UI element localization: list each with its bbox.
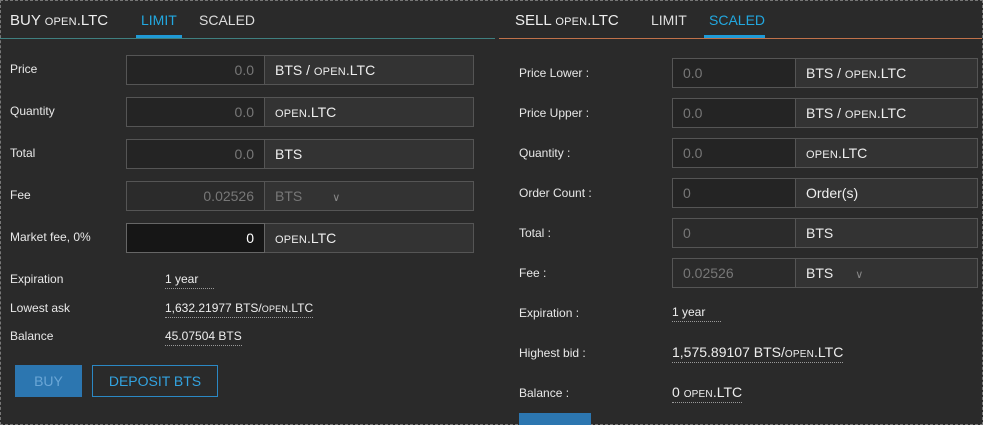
- buy-fee-input: 0.02526: [126, 181, 265, 211]
- sell-price-lower-label: Price Lower :: [519, 66, 590, 80]
- sell-price-lower-unit: BTS / OPEN.LTC: [796, 58, 978, 88]
- sell-total-label: Total :: [519, 226, 552, 240]
- sell-expiration-label: Expiration :: [519, 306, 580, 320]
- buy-fee-asset-select[interactable]: BTS ∨: [265, 181, 474, 211]
- buy-fee-label: Fee: [10, 188, 31, 202]
- sell-price-upper-input[interactable]: 0.0: [672, 98, 796, 128]
- sell-button[interactable]: [519, 413, 591, 425]
- chevron-down-icon: ∨: [332, 192, 341, 204]
- buy-market-fee-label: Market fee, 0%: [10, 230, 91, 244]
- sell-total-input: 0: [672, 218, 796, 248]
- sell-price-lower-input[interactable]: 0.0: [672, 58, 796, 88]
- buy-total-label: Total: [10, 146, 36, 160]
- sell-quantity-input[interactable]: 0.0: [672, 138, 796, 168]
- sell-fee-asset-select[interactable]: BTS ∨: [796, 258, 978, 288]
- sell-balance-value[interactable]: 0 OPEN.LTC: [672, 384, 743, 403]
- tab-buy-limit[interactable]: LIMIT: [141, 12, 177, 28]
- tab-sell-limit[interactable]: LIMIT: [651, 12, 687, 28]
- buy-lowest-ask-value[interactable]: 1,632.21977 BTS/OPEN.LTC: [165, 301, 314, 318]
- sell-expiration-value[interactable]: 1 year: [672, 305, 721, 322]
- sell-total-unit: BTS: [796, 218, 978, 248]
- sell-price-upper-label: Price Upper :: [519, 106, 590, 120]
- buy-button[interactable]: BUY: [15, 365, 82, 397]
- buy-header-divider: [0, 38, 495, 39]
- buy-price-input[interactable]: 0.0: [126, 55, 265, 85]
- sell-balance-label: Balance :: [519, 386, 570, 400]
- buy-total-unit: BTS: [265, 139, 474, 169]
- sell-quantity-label: Quantity :: [519, 146, 571, 160]
- sell-header-divider: [499, 38, 982, 39]
- buy-quantity-label: Quantity: [10, 104, 55, 118]
- buy-balance-value[interactable]: 45.07504 BTS: [165, 329, 242, 346]
- tab-sell-scaled[interactable]: SCALED: [709, 12, 765, 28]
- sell-highest-bid-value[interactable]: 1,575.89107 BTS/OPEN.LTC: [672, 344, 844, 363]
- sell-order-count-unit: Order(s): [796, 178, 978, 208]
- sell-title: SELL OPEN.LTC: [515, 12, 619, 29]
- sell-quantity-unit: OPEN.LTC: [796, 138, 978, 168]
- sell-fee-input: 0.02526: [672, 258, 796, 288]
- buy-market-fee-input[interactable]: 0: [126, 223, 265, 253]
- sell-panel: SELL OPEN.LTC LIMIT SCALED Price Lower :…: [499, 0, 982, 425]
- sell-highest-bid-label: Highest bid :: [519, 346, 586, 360]
- sell-fee-label: Fee :: [519, 266, 547, 280]
- chevron-down-icon: ∨: [855, 269, 864, 281]
- buy-balance-label: Balance: [10, 329, 54, 343]
- deposit-bts-button[interactable]: DEPOSIT BTS: [92, 365, 218, 397]
- buy-market-fee-unit: OPEN.LTC: [265, 223, 474, 253]
- buy-quantity-input[interactable]: 0.0: [126, 97, 265, 127]
- buy-title: BUY OPEN.LTC: [10, 12, 109, 29]
- sell-header: SELL OPEN.LTC LIMIT SCALED: [499, 0, 982, 40]
- tab-buy-scaled[interactable]: SCALED: [199, 12, 255, 28]
- sell-order-count-label: Order Count :: [519, 186, 592, 200]
- buy-header: BUY OPEN.LTC LIMIT SCALED: [0, 0, 495, 40]
- buy-price-label: Price: [10, 62, 38, 76]
- buy-expiration-value[interactable]: 1 year: [165, 272, 214, 289]
- buy-price-unit: BTS / OPEN.LTC: [265, 55, 474, 85]
- buy-expiration-label: Expiration: [10, 272, 64, 286]
- buy-panel: BUY OPEN.LTC LIMIT SCALED Price 0.0 BTS …: [0, 0, 495, 397]
- buy-quantity-unit: OPEN.LTC: [265, 97, 474, 127]
- sell-price-upper-unit: BTS / OPEN.LTC: [796, 98, 978, 128]
- buy-total-input[interactable]: 0.0: [126, 139, 265, 169]
- sell-order-count-input[interactable]: 0: [672, 178, 796, 208]
- buy-lowest-ask-label: Lowest ask: [10, 301, 71, 315]
